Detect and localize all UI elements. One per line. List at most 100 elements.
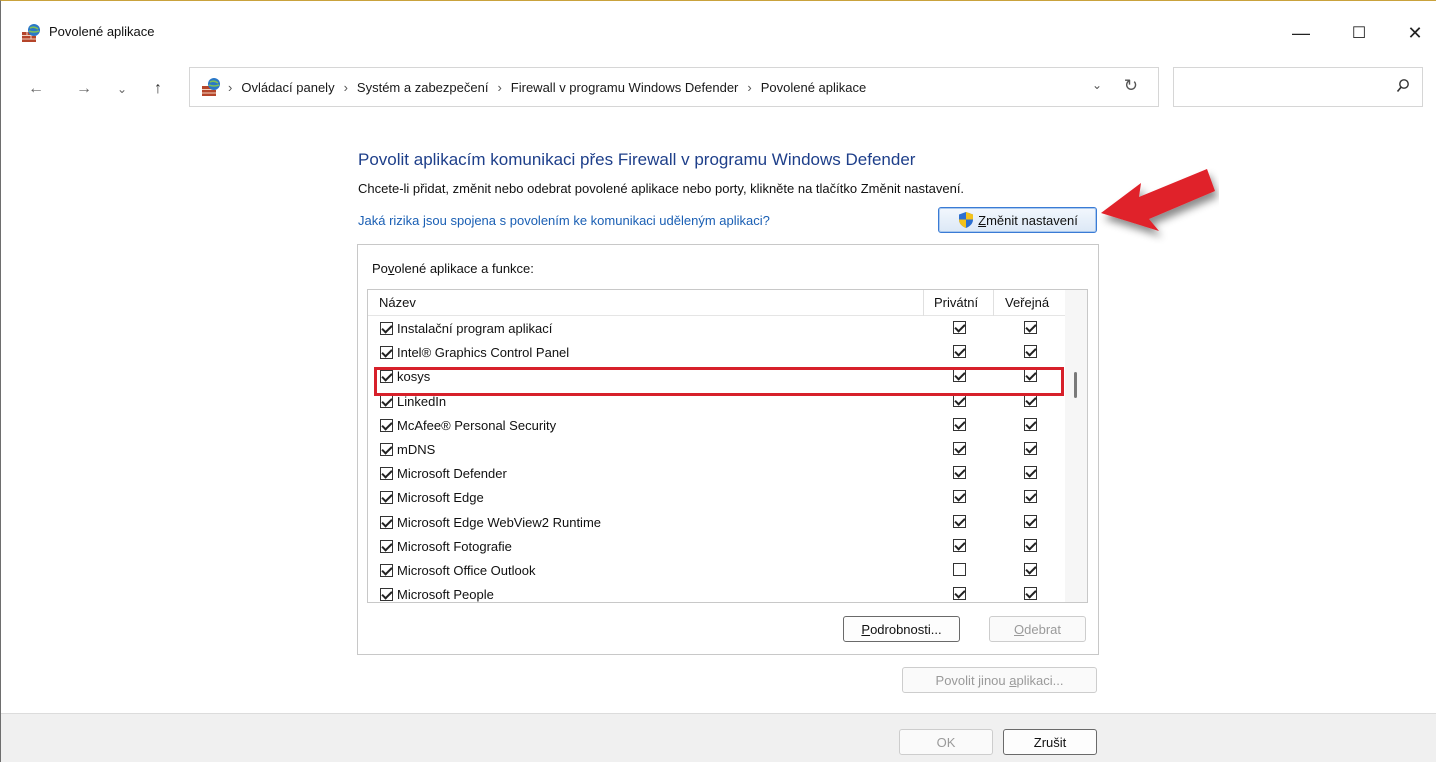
close-icon: ✕ — [1407, 22, 1423, 43]
app-enabled-checkbox[interactable] — [380, 564, 393, 577]
minimize-button[interactable]: — — [1281, 17, 1321, 49]
arrow-left-icon: ← — [28, 80, 44, 97]
cancel-button[interactable]: Zrušit — [1003, 729, 1097, 755]
scrollbar-thumb[interactable] — [1074, 372, 1077, 398]
app-name: Intel® Graphics Control Panel — [397, 345, 570, 361]
private-checkbox[interactable] — [953, 417, 966, 431]
public-checkbox[interactable] — [1024, 490, 1037, 504]
public-checkbox[interactable] — [1024, 417, 1037, 431]
app-name-cell: McAfee® Personal Security — [380, 418, 556, 433]
table-row[interactable]: Microsoft Edge WebView2 Runtime — [368, 510, 1066, 534]
details-label: odrobnosti... — [870, 621, 942, 637]
private-checkbox[interactable] — [953, 466, 966, 480]
allowed-apps-group: Povolené aplikace a funkce: Název Privát… — [357, 244, 1099, 655]
highlight-annotation — [374, 367, 1064, 396]
table-row[interactable]: mDNS — [368, 437, 1066, 461]
allow-other-accel: a — [1009, 672, 1017, 688]
table-row[interactable]: Microsoft Edge — [368, 485, 1066, 509]
app-enabled-checkbox[interactable] — [380, 322, 393, 335]
app-enabled-checkbox[interactable] — [380, 418, 393, 432]
table-row[interactable]: Microsoft Office Outlook — [368, 558, 1066, 582]
breadcrumb-separator: › — [747, 79, 752, 95]
private-checkbox[interactable] — [953, 538, 966, 552]
search-icon[interactable] — [1396, 78, 1410, 94]
private-checkbox[interactable] — [953, 514, 966, 528]
red-arrow-annotation — [1101, 169, 1215, 231]
table-row[interactable]: Microsoft Fotografie — [368, 534, 1066, 558]
private-checkbox[interactable] — [953, 563, 966, 576]
app-name: McAfee® Personal Security — [397, 417, 557, 433]
table-row[interactable]: Instalační program aplikací — [368, 316, 1066, 340]
breadcrumb-allowed-apps[interactable]: Povolené aplikace — [761, 80, 867, 95]
remove-label: debrat — [1024, 621, 1061, 637]
public-checkbox[interactable] — [1024, 538, 1037, 552]
public-checkbox[interactable] — [1024, 442, 1037, 455]
private-checkbox[interactable] — [953, 345, 966, 359]
table-row[interactable]: McAfee® Personal Security — [368, 413, 1066, 437]
column-divider[interactable] — [923, 290, 924, 316]
close-button[interactable]: ✕ — [1395, 17, 1435, 49]
refresh-icon[interactable]: ↻ — [1124, 76, 1138, 96]
app-enabled-checkbox[interactable] — [380, 515, 393, 529]
breadcrumb-control-panel[interactable]: Ovládací panely — [241, 80, 334, 95]
firewall-app-icon — [22, 24, 40, 42]
search-box[interactable] — [1173, 67, 1423, 107]
app-enabled-checkbox[interactable] — [380, 346, 393, 360]
private-checkbox[interactable] — [953, 321, 966, 334]
back-button[interactable]: ← — [23, 77, 49, 101]
column-header-public[interactable]: Veřejná — [1005, 295, 1049, 310]
details-button[interactable]: Podrobnosti... — [843, 616, 960, 642]
public-checkbox[interactable] — [1024, 514, 1037, 528]
breadcrumb-separator: › — [497, 79, 502, 95]
public-checkbox[interactable] — [1024, 345, 1037, 359]
breadcrumb-system-security[interactable]: Systém a zabezpečení — [357, 80, 489, 95]
table-row[interactable]: Intel® Graphics Control Panel — [368, 340, 1066, 364]
breadcrumb-separator: › — [343, 79, 348, 95]
group-label-part: olené aplikace a funkce: — [394, 261, 534, 276]
change-settings-label: měnit nastavení — [986, 212, 1078, 228]
public-checkbox[interactable] — [1024, 321, 1037, 334]
app-enabled-checkbox[interactable] — [380, 491, 393, 505]
change-settings-accel: Z — [978, 212, 987, 228]
up-button[interactable]: ↑ — [145, 77, 171, 101]
app-enabled-checkbox[interactable] — [380, 539, 393, 553]
list-scrollbar[interactable] — [1065, 290, 1087, 602]
allowed-apps-list[interactable]: Název Privátní Veřejná Instalační progra… — [367, 289, 1088, 603]
address-bar[interactable]: › Ovládací panely › Systém a zabezpečení… — [189, 67, 1159, 107]
column-header-private[interactable]: Privátní — [934, 295, 978, 310]
private-checkbox[interactable] — [953, 490, 966, 504]
chevron-down-icon: ⌄ — [116, 82, 128, 96]
page-description: Chcete-li přidat, změnit nebo odebrat po… — [358, 181, 965, 196]
public-checkbox[interactable] — [1024, 563, 1037, 576]
table-row[interactable]: Microsoft People — [368, 582, 1066, 602]
app-name: mDNS — [397, 442, 436, 457]
remove-button[interactable]: Odebrat — [989, 616, 1086, 642]
breadcrumb-firewall[interactable]: Firewall v programu Windows Defender — [511, 80, 739, 95]
private-checkbox[interactable] — [953, 587, 966, 601]
app-name-cell: Microsoft Edge WebView2 Runtime — [380, 515, 601, 530]
page-title: Povolit aplikacím komunikaci přes Firewa… — [358, 150, 916, 169]
maximize-button[interactable]: ☐ — [1339, 17, 1379, 49]
arrow-up-icon: ↑ — [154, 80, 162, 97]
risks-link[interactable]: Jaká rizika jsou spojena s povolením ke … — [358, 213, 770, 228]
ok-button[interactable]: OK — [899, 729, 993, 755]
app-name-cell: Microsoft Office Outlook — [380, 563, 535, 578]
public-checkbox[interactable] — [1024, 587, 1037, 601]
app-enabled-checkbox[interactable] — [380, 443, 393, 456]
column-header-name[interactable]: Název — [379, 295, 416, 310]
table-row[interactable]: Microsoft Defender — [368, 461, 1066, 485]
app-enabled-checkbox[interactable] — [380, 467, 393, 481]
title-bar: Povolené aplikace — ☐ ✕ — [1, 1, 1436, 57]
allowed-apps-label: Povolené aplikace a funkce: — [372, 261, 534, 276]
change-settings-button[interactable]: Změnit nastavení — [938, 207, 1097, 233]
address-dropdown-icon[interactable]: ⌄ — [1092, 78, 1102, 92]
forward-button[interactable]: → — [71, 77, 97, 101]
app-name-cell: Microsoft People — [380, 587, 494, 602]
recent-locations-button[interactable]: ⌄ — [109, 77, 135, 101]
app-enabled-checkbox[interactable] — [380, 394, 393, 408]
private-checkbox[interactable] — [953, 442, 966, 455]
column-divider[interactable] — [993, 290, 994, 316]
allow-another-app-button[interactable]: Povolit jinou a plikaci... — [902, 667, 1097, 693]
public-checkbox[interactable] — [1024, 466, 1037, 480]
app-enabled-checkbox[interactable] — [380, 588, 393, 602]
